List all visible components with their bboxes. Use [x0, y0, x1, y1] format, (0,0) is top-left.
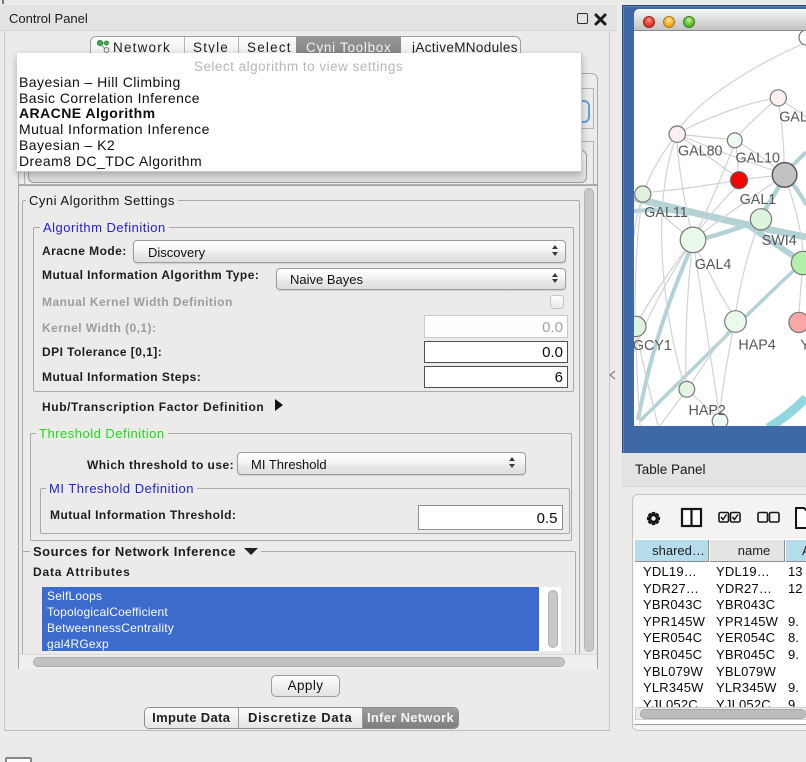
svg-text:GCY1: GCY1	[634, 338, 672, 354]
svg-text:GAL80: GAL80	[678, 144, 723, 160]
svg-text:Y: Y	[800, 338, 806, 354]
svg-text:GAL11: GAL11	[644, 205, 687, 221]
svg-text:GAL10: GAL10	[736, 151, 781, 167]
svg-text:HAP2: HAP2	[689, 403, 726, 419]
svg-text:GAL4: GAL4	[695, 257, 732, 273]
svg-text:GAL: GAL	[779, 110, 806, 126]
svg-text:GAL1: GAL1	[740, 192, 777, 208]
svg-text:HAP4: HAP4	[738, 337, 775, 353]
svg-text:SWI4: SWI4	[762, 233, 797, 249]
